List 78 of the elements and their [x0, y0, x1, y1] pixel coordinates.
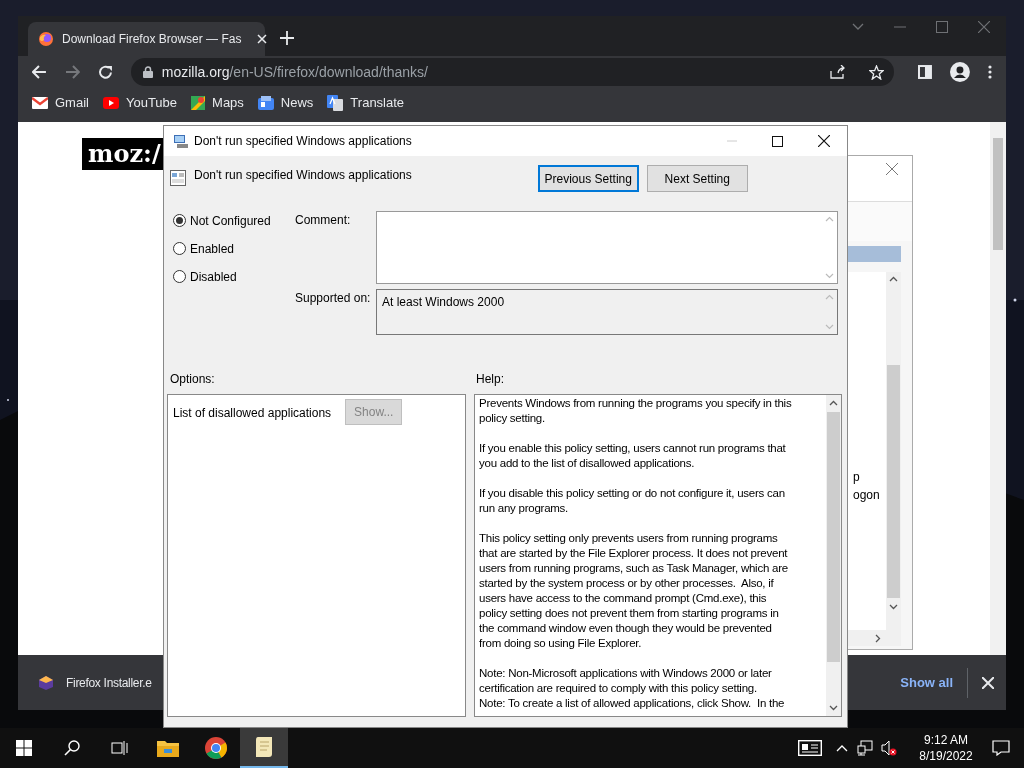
- package-icon: [38, 674, 54, 691]
- clock-date: 8/19/2022: [919, 748, 973, 764]
- windows-logo-icon: [16, 740, 32, 756]
- option-label: List of disallowed applications: [173, 405, 332, 422]
- tab-title: Download Firefox Browser — Fas: [62, 31, 242, 48]
- speaker-muted-icon[interactable]: [881, 740, 897, 756]
- translate-icon: [327, 95, 344, 111]
- chevron-down-icon[interactable]: [852, 23, 864, 31]
- reload-icon[interactable]: [97, 64, 113, 80]
- radio-label[interactable]: Enabled: [190, 239, 235, 258]
- menu-icon[interactable]: [988, 65, 992, 79]
- chevron-down-icon[interactable]: [829, 705, 838, 711]
- new-tab-icon[interactable]: [280, 31, 294, 45]
- radio-label[interactable]: Disabled: [190, 267, 237, 286]
- network-icon[interactable]: [857, 740, 873, 756]
- scrollbar[interactable]: [886, 272, 901, 630]
- folder-icon: [157, 739, 179, 757]
- news-icon[interactable]: [798, 740, 822, 756]
- show-all-link[interactable]: Show all: [900, 672, 953, 693]
- map-icon: [191, 96, 206, 110]
- computer-icon: [173, 133, 189, 149]
- fox-logo-icon: [38, 31, 54, 47]
- profile-icon[interactable]: [950, 62, 970, 82]
- chevron-right-icon[interactable]: [875, 633, 881, 643]
- side-panel-icon[interactable]: [918, 65, 933, 79]
- section-label: Options:: [170, 371, 216, 388]
- url-text: mozilla.org/en-US/firefox/download/thanks/: [161, 62, 429, 82]
- field-label: Comment:: [294, 212, 352, 229]
- play-icon: [102, 97, 119, 109]
- help-paragraph: Prevents Windows from running the programs you specify in this policy setting.: [479, 396, 793, 426]
- scrollbar[interactable]: [990, 122, 1006, 655]
- supported-on-value: At least Windows 2000: [381, 294, 506, 311]
- setting-nav-button[interactable]: Previous Setting: [537, 165, 639, 192]
- help-paragraph: If you disable this policy setting or do not configure it, users can run any programs.: [479, 486, 786, 516]
- clock-time: 9:12 AM: [924, 732, 968, 748]
- radio-button[interactable]: [173, 214, 186, 227]
- clock[interactable]: 9:12 AM 8/19/2022: [910, 732, 982, 764]
- browser-tab[interactable]: Download Firefox Browser — Fas: [28, 22, 265, 56]
- search-icon: [64, 740, 80, 756]
- back-arrow-icon[interactable]: [32, 65, 47, 79]
- star-icon[interactable]: [869, 64, 885, 80]
- window-title: Don't run specified Windows applications: [194, 133, 412, 150]
- taskbar-button[interactable]: [240, 728, 288, 768]
- newspaper-icon: [257, 96, 274, 110]
- field-label: Supported on:: [294, 290, 372, 307]
- bookmark[interactable]: Maps: [191, 93, 244, 113]
- address-bar[interactable]: mozilla.org/en-US/firefox/download/thanks/: [130, 58, 895, 86]
- browser-icon: [205, 737, 227, 759]
- download-file-name[interactable]: Firefox Installer.e: [66, 673, 152, 692]
- help-paragraph: If you enable this policy setting, users cannot run programs that you add to the list of disallowed applications.: [479, 441, 787, 471]
- policy-icon: [170, 170, 186, 186]
- bookmark[interactable]: Translate: [327, 93, 405, 113]
- list-text: p: [853, 469, 861, 486]
- help-paragraph: Note: Non-Microsoft applications with Windows 2000 or later certification are required to comply with this policy setting. Note: To create a list of allowed applications, click Show. In the: [479, 666, 786, 711]
- lock-icon: [142, 66, 153, 78]
- close-icon[interactable]: [818, 135, 830, 147]
- setting-nav-button[interactable]: Next Setting: [646, 165, 748, 192]
- radio-button[interactable]: [173, 242, 186, 255]
- chevron-down-icon[interactable]: [889, 604, 898, 610]
- share-icon[interactable]: [830, 65, 847, 79]
- radio-label[interactable]: Not Configured: [190, 211, 271, 230]
- bookmark[interactable]: Gmail: [32, 93, 89, 113]
- setting-name: Don't run specified Windows applications: [194, 167, 412, 184]
- chevron-up-icon[interactable]: [889, 276, 898, 282]
- section-label: Help:: [476, 371, 504, 388]
- notification-icon[interactable]: [992, 740, 1010, 756]
- task-view-icon: [111, 740, 129, 756]
- envelope-icon: [32, 97, 48, 109]
- radio-button[interactable]: [173, 270, 186, 283]
- bookmark[interactable]: News: [257, 93, 314, 113]
- list-text: ogon: [853, 487, 881, 504]
- scrollbar[interactable]: [826, 395, 841, 716]
- maximize-icon[interactable]: [772, 135, 783, 147]
- chevron-up-icon[interactable]: [829, 400, 838, 406]
- scroll-icon: [255, 736, 273, 758]
- help-paragraph: This policy setting only prevents users from running programs that are started by the File Explorer process. It does not prevent users from running programs, such as Task Manager, which are started by the system process or by other processes. Also, if users have access to the command prompt (Cmd.exe), this policy setting does not prevent them from starting programs in the command window even though they would be prevented from doing so using File Explorer.: [479, 531, 789, 651]
- bookmark[interactable]: YouTube: [102, 93, 178, 113]
- forward-arrow-icon[interactable]: [64, 65, 80, 79]
